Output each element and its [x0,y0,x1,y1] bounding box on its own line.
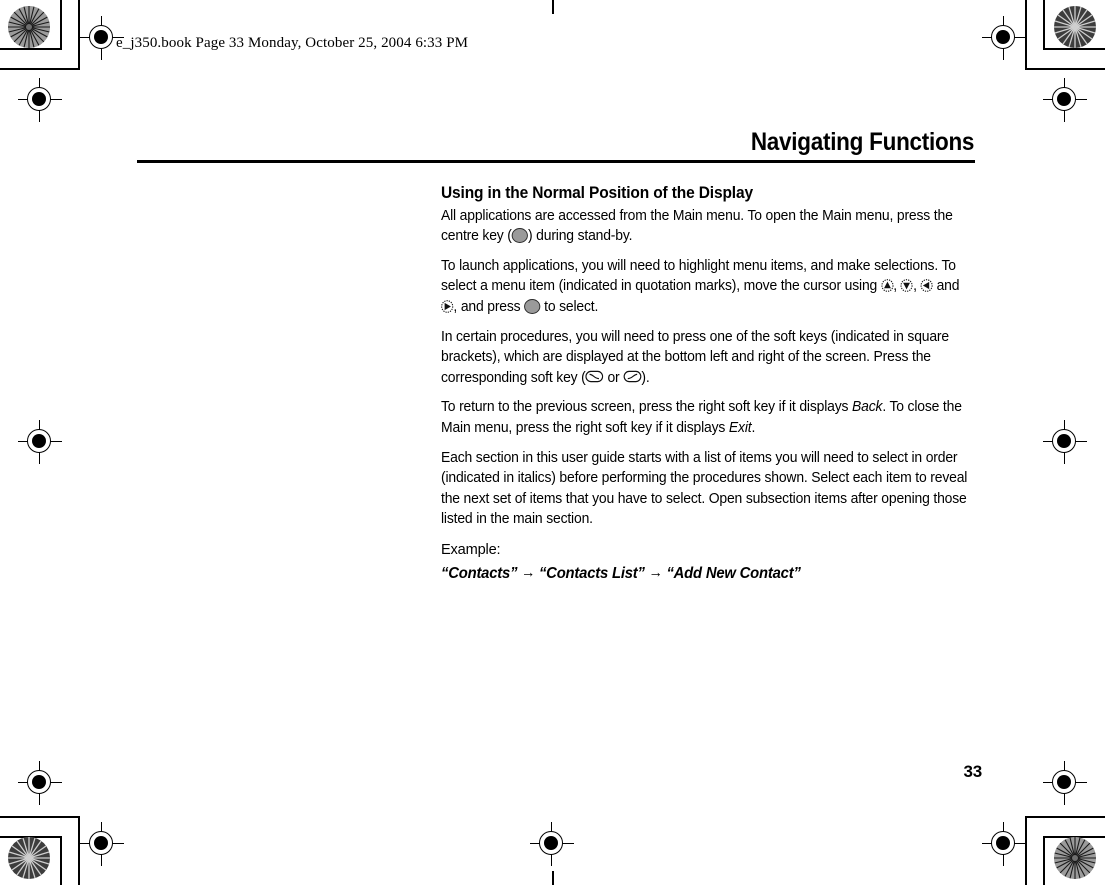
paragraph-5: Each section in this user guide starts w… [441,449,968,528]
navigate-down-icon [900,279,913,292]
crop-rule-top-right-horizontal-inner [1025,68,1105,70]
registration-target-top-right-inner [982,16,1026,60]
paragraph-3-run-2: or [603,369,624,386]
centre-key-icon [511,227,528,243]
page-number: 33 [963,762,982,781]
crop-rule-bottom-right-horizontal-inner [1025,816,1105,818]
registration-target-bottom-right-lower [1043,761,1087,805]
registration-target-middle-left [18,420,62,464]
paragraph-2: To launch applications, you will need to… [441,256,975,318]
example-path-step-3: “Add New Contact” [666,564,801,582]
paragraph-4-run-1: To return to the previous screen, press … [441,399,853,416]
registration-target-bottom-center [530,822,574,866]
navigate-right-icon [441,299,454,313]
paragraph-4-run-3: . [751,419,756,436]
paragraph-1-run-3: ) during stand-by. [527,228,633,245]
paragraph-4: To return to the previous screen, press … [441,397,975,438]
crop-rule-top-right-horizontal-outer [1043,48,1105,50]
crop-rule-top-left-horizontal-outer [0,48,62,50]
path-arrow-icon: → [648,563,663,581]
softkey-label-back: Back [852,399,883,416]
trim-guide-bottom-center-vertical [552,871,554,885]
crop-rule-top-left-horizontal-inner [0,68,80,70]
trim-guide-top-center-vertical [552,0,554,14]
paragraph-2-run-1: To launch applications, you will need to… [441,257,956,295]
crop-rule-bottom-right-vertical-outer [1043,837,1045,885]
crop-rule-top-right-vertical-outer [1043,0,1045,48]
registration-target-middle-right [1043,420,1087,464]
paragraph-2-run-2: , [893,278,901,295]
navigate-left-icon [920,279,933,292]
example-navigation-path: “Contacts” → “Contacts List” → “Add New Cont… [441,563,948,583]
chapter-title: Navigating Functions [750,128,975,156]
path-arrow-icon: → [521,563,536,581]
crop-rule-bottom-left-vertical-outer [60,837,62,885]
paragraph-2-run-3: , [913,278,921,295]
registration-target-top-left-upper [18,78,62,122]
registration-target-bottom-left-lower [18,761,62,805]
registration-target-bottom-right-inner [982,822,1026,866]
example-path-step-2: “Contacts List” [538,564,645,582]
book-file-slug: e_j350.book Page 33 Monday, October 25, … [116,35,469,51]
paragraph-2-run-5: , and press [453,299,525,315]
crop-rule-top-left-vertical-outer [60,0,62,48]
chapter-title-rule [137,160,975,163]
right-soft-key-icon [623,370,642,383]
paragraph-2-run-4: and [932,278,960,295]
crop-rule-bottom-left-horizontal-inner [0,816,80,818]
paragraph-3-run-3: ). [641,369,650,386]
navigate-up-icon [880,279,894,292]
paragraph-2-run-6: to select. [540,299,599,315]
paragraph-1: All applications are accessed from the M… [441,206,975,247]
centre-key-icon [524,298,541,314]
example-path-step-1: “Contacts” [441,564,518,582]
star-density-target-top-left [8,6,50,48]
star-density-target-top-right [1054,6,1096,48]
section-heading: Using in the Normal Position of the Disp… [441,184,753,202]
page-content: Using in the Normal Position of the Disp… [441,183,975,583]
registration-target-bottom-left-inner [80,822,124,866]
left-soft-key-icon [585,370,604,383]
registration-target-top-right-upper [1043,78,1087,122]
star-density-target-bottom-right [1054,837,1096,879]
example-label: Example: [441,541,501,558]
softkey-label-exit: Exit [728,419,752,436]
paragraph-3: In certain procedures, you will need to … [441,327,975,389]
star-density-target-bottom-left [8,837,50,879]
paragraph-3-run-1: In certain procedures, you will need to … [441,328,949,386]
